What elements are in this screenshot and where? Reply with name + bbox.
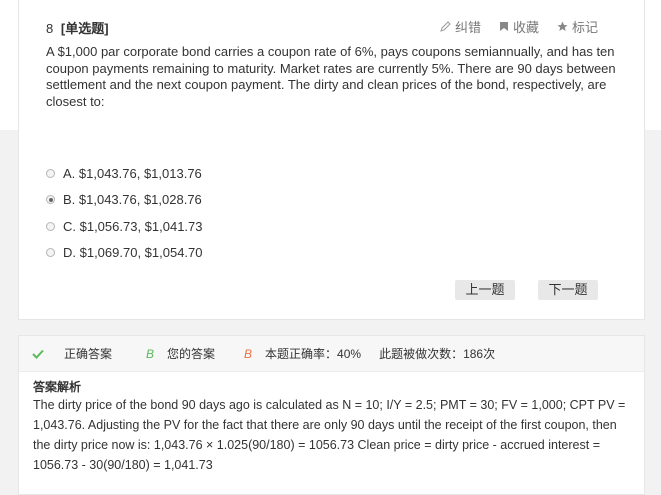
star-icon: [557, 21, 568, 32]
answer-summary-bar: 正确答案 B 您的答案 B 本题正确率：40% 此题被做次数：186次: [19, 336, 644, 372]
your-answer-marker: B: [146, 346, 155, 361]
pencil-icon: [440, 21, 451, 32]
option-d[interactable]: D. $1,069.70, $1,054.70: [46, 240, 203, 267]
your-answer-label: 您的答案: [167, 347, 216, 361]
correction-button[interactable]: 纠错: [440, 17, 481, 36]
attempt-count: 此题被做次数：186次: [379, 347, 496, 361]
prev-question-button[interactable]: 上一题: [455, 280, 515, 300]
question-type: [单选题]: [60, 21, 109, 36]
option-b[interactable]: B. $1,043.76, $1,028.76: [46, 187, 203, 214]
analysis-title: 答案解析: [33, 380, 82, 394]
mark-label: 标记: [571, 20, 598, 35]
analysis-text: The dirty price of the bond 90 days ago …: [33, 398, 626, 472]
option-c-radio[interactable]: [46, 221, 55, 231]
option-a-radio[interactable]: [46, 168, 55, 178]
correct-answer-label: 正确答案: [64, 347, 113, 361]
favorite-label: 收藏: [512, 20, 539, 35]
question-header: 8 [单选题]: [46, 18, 109, 37]
correct-answer-marker: B: [244, 346, 253, 361]
option-c[interactable]: C. $1,056.73, $1,041.73: [46, 213, 203, 240]
mark-button[interactable]: 标记: [557, 17, 598, 36]
question-text: A $1,000 par corporate bond carries a co…: [46, 44, 616, 109]
option-b-radio[interactable]: [46, 195, 55, 205]
check-icon: [32, 349, 44, 359]
option-a[interactable]: A. $1,043.76, $1,013.76: [46, 160, 203, 187]
answer-card: 正确答案 B 您的答案 B 本题正确率：40% 此题被做次数：186次 答案解析…: [18, 335, 645, 495]
accuracy-rate: 本题正确率：40%: [265, 347, 362, 361]
option-d-radio[interactable]: [46, 248, 55, 258]
favorite-button[interactable]: 收藏: [499, 17, 539, 36]
next-question-button[interactable]: 下一题: [538, 280, 598, 300]
question-card: 8 [单选题] 纠错 收藏 标记 A $1,000 par corporate …: [18, 0, 645, 320]
correction-label: 纠错: [454, 20, 481, 35]
question-number: 8: [46, 21, 54, 36]
bookmark-icon: [499, 21, 509, 32]
option-d-label: D. $1,069.70, $1,054.70: [63, 245, 203, 261]
options-list: A. $1,043.76, $1,013.76 B. $1,043.76, $1…: [46, 160, 203, 266]
option-c-label: C. $1,056.73, $1,041.73: [63, 218, 203, 234]
option-a-label: A. $1,043.76, $1,013.76: [63, 165, 202, 181]
question-tools: 纠错 收藏 标记: [440, 17, 598, 36]
option-b-label: B. $1,043.76, $1,028.76: [63, 192, 202, 208]
